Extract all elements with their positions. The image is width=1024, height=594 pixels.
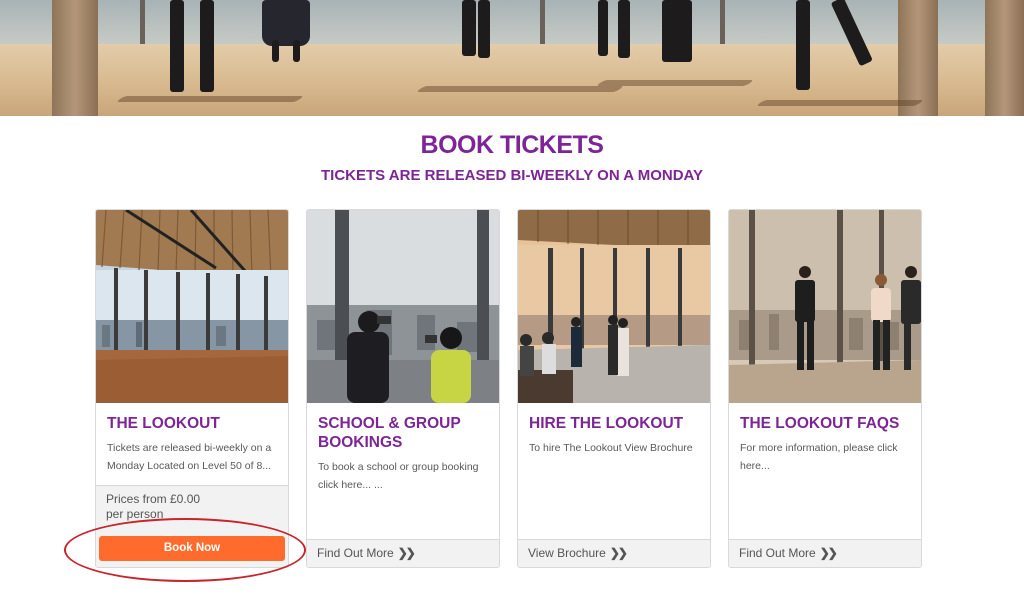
chevron-right-icon: ❯❯ <box>819 546 838 560</box>
link-label: Find Out More <box>739 546 816 560</box>
card-description: To hire The Lookout View Brochure <box>529 442 693 454</box>
card-the-lookout-faqs: THE LOOKOUT FAQS For more information, p… <box>728 209 922 568</box>
view-brochure-link[interactable]: View Brochure ❯❯ <box>518 539 710 567</box>
chevron-right-icon: ❯❯ <box>397 546 416 560</box>
find-out-more-link[interactable]: Find Out More ❯❯ <box>729 539 921 567</box>
link-label: View Brochure <box>528 546 606 560</box>
card-description: Tickets are released bi-weekly on a Mond… <box>107 442 272 472</box>
page-title: BOOK TICKETS <box>420 131 604 159</box>
empty-viewing-gallery-photo <box>96 210 288 403</box>
card-hire-the-lookout: HIRE THE LOOKOUT To hire The Lookout Vie… <box>517 209 711 568</box>
find-out-more-link[interactable]: Find Out More ❯❯ <box>307 539 499 567</box>
card-the-lookout: THE LOOKOUT Tickets are released bi-week… <box>95 209 289 568</box>
visitors-with-binoculars-photo <box>307 210 499 403</box>
card-school-group-bookings: SCHOOL & GROUP BOOKINGS To book a school… <box>306 209 500 568</box>
card-title: THE LOOKOUT <box>107 415 220 432</box>
card-title: THE LOOKOUT FAQS <box>740 415 900 432</box>
highlight-circle-annotation <box>64 518 306 582</box>
card-title: HIRE THE LOOKOUT <box>529 415 684 432</box>
card-description: For more information, please click here.… <box>740 442 898 472</box>
price-from: Prices from £0.00 <box>106 492 201 506</box>
event-guests-gallery-photo <box>518 210 710 403</box>
card-title: SCHOOL & GROUP BOOKINGS <box>318 415 461 451</box>
hero-image <box>0 0 1024 116</box>
link-label: Find Out More <box>317 546 394 560</box>
page-subtitle: TICKETS ARE RELEASED BI-WEEKLY ON A MOND… <box>321 167 703 184</box>
people-at-window-photo <box>729 210 921 403</box>
chevron-right-icon: ❯❯ <box>609 546 628 560</box>
card-description: To book a school or group booking click … <box>318 461 479 491</box>
